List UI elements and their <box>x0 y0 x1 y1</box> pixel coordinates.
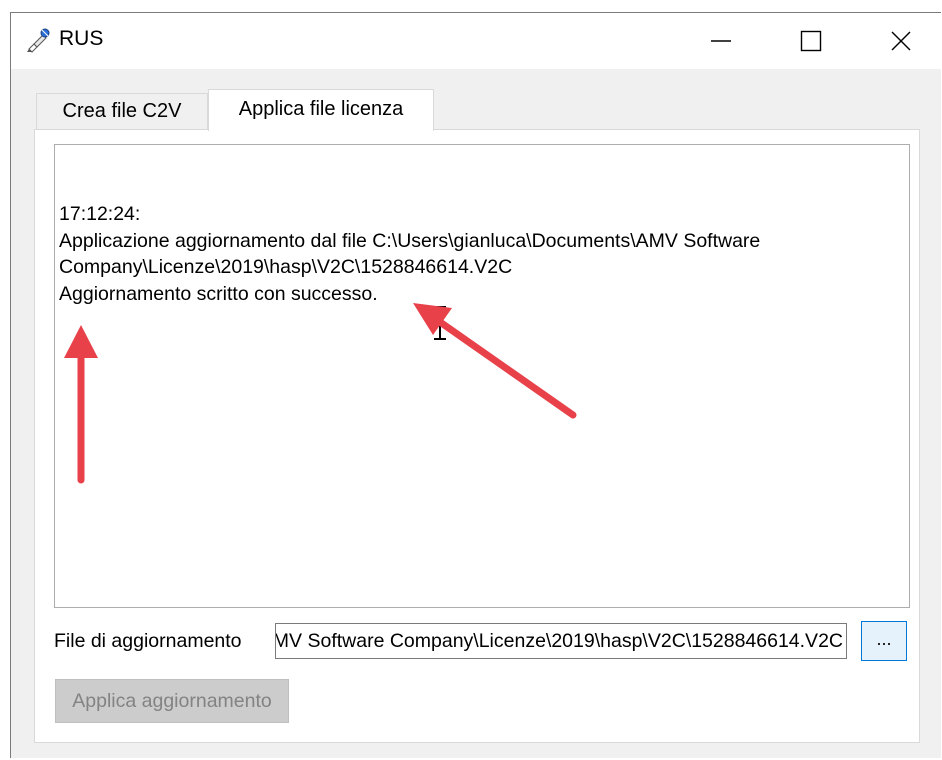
browse-button[interactable]: ... <box>861 621 907 661</box>
text-cursor-icon <box>434 306 446 340</box>
file-label: File di aggiornamento <box>54 630 242 652</box>
app-window: RUS Crea file C2V Applica file licenza 1… <box>10 12 941 758</box>
apply-update-button[interactable]: Applica aggiornamento <box>55 679 289 723</box>
tab-panel-applica: 17:12:24: Applicazione aggiornamento dal… <box>34 129 920 743</box>
window-title: RUS <box>59 27 104 50</box>
log-line: Aggiornamento scritto con successo. <box>59 282 378 305</box>
file-path-input[interactable]: C:\Users\gianluca\Documents\AMV Software… <box>275 623 847 659</box>
close-button[interactable] <box>856 13 942 69</box>
title-bar[interactable]: RUS <box>11 13 941 69</box>
file-path-value: C:\Users\gianluca\Documents\AMV Software… <box>275 630 843 652</box>
satellite-pen-icon <box>27 28 50 53</box>
log-line: Company\Licenze\2019\hasp\V2C\1528846614… <box>59 256 513 278</box>
log-output[interactable]: 17:12:24: Applicazione aggiornamento dal… <box>54 144 910 608</box>
close-icon <box>891 31 911 51</box>
log-line: Applicazione aggiornamento dal file C:\U… <box>59 229 761 252</box>
tab-applica-file-licenza[interactable]: Applica file licenza <box>208 89 434 131</box>
maximize-icon <box>800 30 822 52</box>
maximize-button[interactable] <box>766 13 856 69</box>
minimize-button[interactable] <box>676 13 766 69</box>
minimize-icon <box>711 40 731 42</box>
tab-crea-file-c2v[interactable]: Crea file C2V <box>36 93 208 129</box>
log-line: 17:12:24: <box>59 203 141 225</box>
